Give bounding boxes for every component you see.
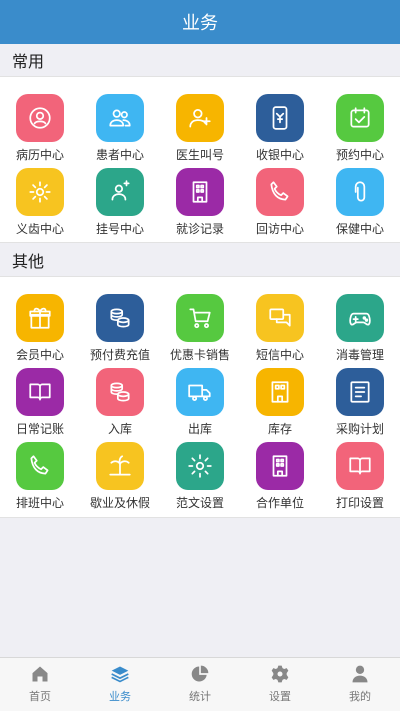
tile-label: 优惠卡销售 (169, 348, 230, 362)
tile-label: 挂号中心 (95, 222, 144, 236)
tile-denture-gear[interactable]: 义齿中心 (0, 168, 80, 242)
tile-label: 排班中心 (15, 496, 64, 510)
tile-book[interactable]: 打印设置 (320, 442, 400, 516)
tile-visit-record[interactable]: 就诊记录 (160, 168, 240, 242)
cart-icon (176, 294, 224, 342)
coins-icon (96, 368, 144, 416)
appointment-icon (336, 94, 384, 142)
tab-label: 统计 (189, 690, 211, 703)
tile-registration[interactable]: 挂号中心 (80, 168, 160, 242)
patient-record-icon (16, 94, 64, 142)
truck-icon (176, 368, 224, 416)
tile-label: 入库 (107, 422, 132, 436)
tile-label: 医生叫号 (175, 148, 224, 162)
list-icon (336, 368, 384, 416)
tile-cashier[interactable]: 收银中心 (240, 94, 320, 168)
coins-icon (96, 294, 144, 342)
tile-beach[interactable]: 歇业及休假 (80, 442, 160, 516)
patients-icon (96, 94, 144, 142)
tile-label: 回访中心 (255, 222, 304, 236)
tile-message[interactable]: 短信中心 (240, 294, 320, 368)
tab-label: 我的 (349, 690, 371, 703)
paperclip-icon (336, 168, 384, 216)
tile-label: 保健中心 (335, 222, 384, 236)
tile-building[interactable]: 合作单位 (240, 442, 320, 516)
tile-patients[interactable]: 患者中心 (80, 94, 160, 168)
tab-pie-chart[interactable]: 统计 (160, 658, 240, 711)
tile-gamepad[interactable]: 消毒管理 (320, 294, 400, 368)
tab-layers[interactable]: 业务 (80, 658, 160, 711)
tab-label: 业务 (109, 690, 131, 703)
message-icon (256, 294, 304, 342)
common-grid: 病历中心 患者中心 医生叫号 收银中心 预约中心义齿中心 挂号中心 就诊记录 回访中心 保健中心 (0, 76, 400, 243)
tile-label: 范文设置 (175, 496, 224, 510)
tile-doctor-call[interactable]: 医生叫号 (160, 94, 240, 168)
denture-gear-icon (16, 168, 64, 216)
building-icon (256, 442, 304, 490)
tile-label: 义齿中心 (15, 222, 64, 236)
tile-label: 出库 (187, 422, 212, 436)
tab-user[interactable]: 我的 (320, 658, 400, 711)
tile-phone[interactable]: 回访中心 (240, 168, 320, 242)
tile-label: 库存 (267, 422, 292, 436)
tile-label: 就诊记录 (175, 222, 224, 236)
tile-patient-record[interactable]: 病历中心 (0, 94, 80, 168)
tile-label: 日常记账 (15, 422, 64, 436)
tile-label: 会员中心 (15, 348, 64, 362)
section-title-other: 其他 (12, 252, 45, 271)
section-title-common: 常用 (12, 52, 45, 71)
tab-label: 设置 (269, 690, 291, 703)
tile-book[interactable]: 日常记账 (0, 368, 80, 442)
bottom-tab-bar: 首页 业务 统计 设置 我的 (0, 657, 400, 711)
tile-label: 短信中心 (255, 348, 304, 362)
registration-icon (96, 168, 144, 216)
tab-gear[interactable]: 设置 (240, 658, 320, 711)
tile-label: 采购计划 (335, 422, 384, 436)
tile-label: 打印设置 (335, 496, 384, 510)
book-icon (336, 442, 384, 490)
tab-home[interactable]: 首页 (0, 658, 80, 711)
cashier-icon (256, 94, 304, 142)
tile-label: 患者中心 (95, 148, 144, 162)
phone-icon (16, 442, 64, 490)
gear-icon (176, 442, 224, 490)
tile-label: 病历中心 (15, 148, 64, 162)
tile-list[interactable]: 采购计划 (320, 368, 400, 442)
doctor-call-icon (176, 94, 224, 142)
tile-appointment[interactable]: 预约中心 (320, 94, 400, 168)
phone-icon (256, 168, 304, 216)
tile-gift[interactable]: 会员中心 (0, 294, 80, 368)
app-header: 业务 (0, 0, 400, 44)
beach-icon (96, 442, 144, 490)
tile-label: 预约中心 (335, 148, 384, 162)
page-title: 业务 (182, 13, 218, 34)
gamepad-icon (336, 294, 384, 342)
tile-truck[interactable]: 出库 (160, 368, 240, 442)
tab-label: 首页 (29, 690, 51, 703)
tile-label: 合作单位 (255, 496, 304, 510)
tile-label: 消毒管理 (335, 348, 384, 362)
tile-label: 收银中心 (255, 148, 304, 162)
tile-coins[interactable]: 预付费充值 (80, 294, 160, 368)
tile-coins[interactable]: 入库 (80, 368, 160, 442)
tile-paperclip[interactable]: 保健中心 (320, 168, 400, 242)
gift-icon (16, 294, 64, 342)
tile-label: 歇业及休假 (89, 496, 150, 510)
tile-inventory[interactable]: 库存 (240, 368, 320, 442)
book-icon (16, 368, 64, 416)
visit-record-icon (176, 168, 224, 216)
tile-gear[interactable]: 范文设置 (160, 442, 240, 516)
tile-cart[interactable]: 优惠卡销售 (160, 294, 240, 368)
tile-phone[interactable]: 排班中心 (0, 442, 80, 516)
other-grid: 会员中心 预付费充值 优惠卡销售 短信中心 消毒管理日常记账 入库 出库 库存 采购计划排班中心… (0, 276, 400, 518)
tile-label: 预付费充值 (89, 348, 150, 362)
inventory-icon (256, 368, 304, 416)
